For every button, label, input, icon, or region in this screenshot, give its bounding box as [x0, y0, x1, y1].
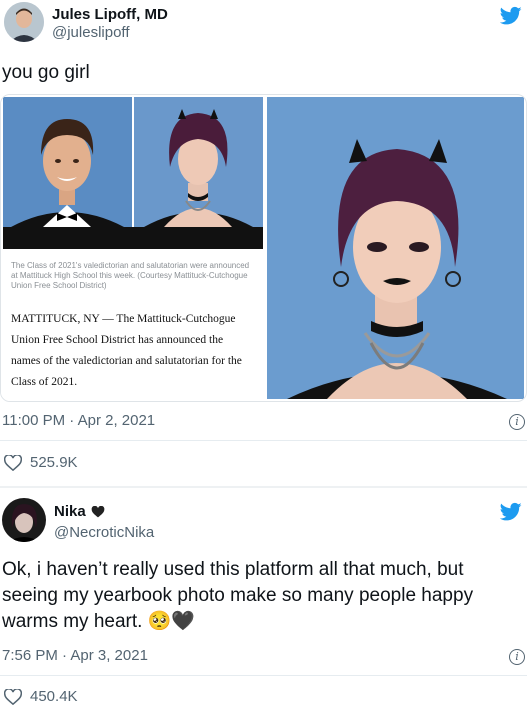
article-body: MATTITUCK, NY — The Mattituck-Cutchogue …	[11, 313, 242, 388]
divider	[0, 675, 527, 676]
article-caption: The Class of 2021's valedictorian and sa…	[11, 261, 250, 290]
author-handle[interactable]: @NecroticNika	[54, 524, 154, 541]
tweet-separator	[0, 486, 527, 488]
twitter-bird-icon	[499, 502, 522, 527]
divider	[0, 440, 527, 441]
like-count: 525.9K	[30, 454, 78, 471]
tweet-timestamp[interactable]: 11:00 PM · Apr 2, 2021	[2, 412, 155, 429]
tweet-text: Ok, i haven’t really used this platform …	[2, 557, 522, 635]
author-name[interactable]: Jules Lipoff, MD	[52, 6, 168, 23]
like-count-row[interactable]: 450.4K	[4, 688, 78, 705]
black-heart-icon	[91, 505, 104, 517]
yearbook-photo-girl-large	[267, 97, 524, 399]
article-card: The Class of 2021's valedictorian and sa…	[1, 95, 265, 401]
tweet-text-body: Ok, i haven’t really used this platform …	[2, 559, 474, 632]
tweet-text: you go girl	[2, 62, 90, 83]
author-handle[interactable]: @juleslipoff	[52, 24, 130, 41]
twitter-bird-icon	[499, 6, 522, 31]
heart-outline-icon[interactable]	[4, 454, 22, 471]
avatar-nika[interactable]	[2, 498, 46, 542]
tweet-media[interactable]: The Class of 2021's valedictorian and sa…	[0, 94, 527, 402]
heart-outline-icon[interactable]	[4, 688, 22, 705]
yearbook-photo-girl-small	[134, 97, 263, 227]
avatar-jules[interactable]	[4, 2, 44, 42]
photo-black-bar	[3, 227, 263, 249]
info-icon[interactable]: i	[509, 414, 525, 430]
yearbook-photo-boy	[3, 97, 132, 227]
like-count: 450.4K	[30, 688, 78, 705]
tweet-timestamp[interactable]: 7:56 PM · Apr 3, 2021	[2, 647, 148, 664]
author-name-text: Nika	[54, 503, 86, 520]
like-count-row[interactable]: 525.9K	[4, 454, 78, 471]
tweet-emoji: 🥺🖤	[147, 611, 196, 632]
author-name[interactable]: Nika	[54, 503, 105, 520]
info-icon[interactable]: i	[509, 649, 525, 665]
